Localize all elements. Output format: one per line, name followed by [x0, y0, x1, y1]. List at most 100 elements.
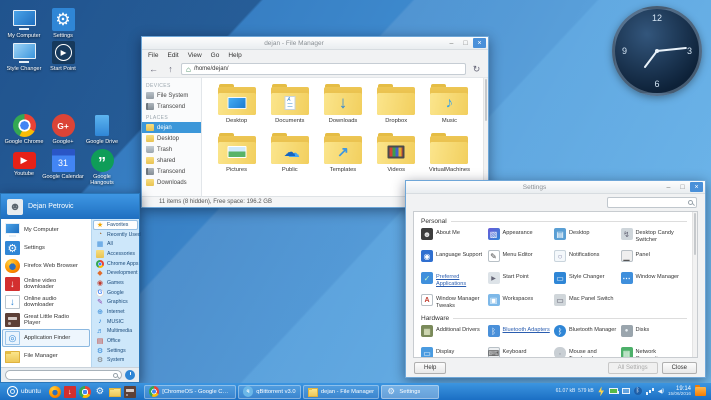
search-input[interactable] [611, 200, 688, 206]
desktop-icon[interactable]: Google Calendar [42, 149, 84, 180]
address-bar[interactable]: ⌂ /home/dejan/ [181, 63, 466, 75]
up-button[interactable]: ↑ [164, 64, 177, 74]
folder-item[interactable]: Documents [263, 87, 316, 125]
desktop-icon[interactable]: Style Changer [3, 41, 45, 72]
menu-item[interactable]: Go [211, 52, 220, 59]
folder-item[interactable]: Dropbox [370, 87, 423, 125]
settings-item[interactable]: Mac Panel Switch [554, 294, 621, 311]
sidebar-place-item[interactable]: Downloads [142, 177, 201, 188]
settings-item[interactable]: Display [421, 347, 488, 358]
desktop-icon[interactable]: Settings [42, 8, 84, 39]
user-avatar[interactable] [7, 199, 23, 215]
folder-item[interactable]: Music [423, 87, 476, 125]
settings-item[interactable]: Additional Drivers [421, 325, 488, 342]
settings-item[interactable]: Language Support [421, 250, 488, 267]
settings-item[interactable]: Disks [621, 325, 688, 342]
start-menu-category[interactable]: All [93, 239, 138, 249]
quick-launch-icon[interactable] [109, 386, 121, 398]
start-button[interactable]: ubuntu [3, 383, 45, 400]
settings-item[interactable]: Panel [621, 250, 688, 267]
settings-titlebar[interactable]: Settings – □ × [406, 181, 705, 194]
desktop-icon[interactable]: Google Chrome [3, 114, 45, 145]
taskbar-window-button[interactable]: qBittorrent v3.0 [238, 385, 301, 399]
start-menu-app-item[interactable]: Online video downloader [2, 275, 90, 293]
taskbar-window-button[interactable]: [ChromeOS - Google Chrome] [144, 385, 236, 399]
maximize-button[interactable]: □ [459, 38, 472, 48]
sidebar-device-item[interactable]: Transcend [142, 101, 201, 112]
start-menu-category[interactable]: System [93, 356, 138, 366]
settings-item[interactable]: Workspaces [488, 294, 555, 311]
sidebar-place-item[interactable]: Desktop [142, 133, 201, 144]
desktop-icon[interactable]: Google Drive [81, 114, 123, 145]
desktop-icon[interactable]: Start Point [42, 41, 84, 72]
quick-launch-icon[interactable] [94, 386, 106, 398]
display-tray-icon[interactable] [622, 388, 630, 394]
settings-item[interactable]: Bluetooth Manager [554, 325, 621, 342]
settings-item[interactable]: Desktop [554, 228, 621, 245]
start-menu-category[interactable]: Recently Used [93, 230, 138, 240]
battery-icon[interactable] [609, 388, 618, 394]
start-menu-category[interactable]: Graphics [93, 298, 138, 308]
settings-item[interactable]: Keyboard [488, 347, 555, 358]
settings-item[interactable]: Appearance [488, 228, 555, 245]
file-manager-titlebar[interactable]: dejan - File Manager – □ × [142, 37, 488, 50]
quick-launch-icon[interactable] [124, 386, 136, 398]
start-menu-app-item[interactable]: Great Little Radio Player [2, 311, 90, 329]
desktop-icon[interactable]: My Computer [3, 8, 45, 39]
start-menu-category[interactable]: Development [93, 268, 138, 278]
desktop-icon[interactable]: Google Hangouts [81, 149, 123, 187]
start-menu-category[interactable]: Accessories [93, 249, 138, 259]
folder-item[interactable]: VirtualMachines [423, 136, 476, 174]
menu-item[interactable]: View [188, 52, 202, 59]
folder-item[interactable]: Downloads [316, 87, 369, 125]
desktop-icon[interactable]: Youtube [3, 149, 45, 177]
minimize-button[interactable]: – [445, 38, 458, 48]
sidebar-device-item[interactable]: File System [142, 90, 201, 101]
close-settings-button[interactable]: Close [662, 362, 697, 374]
start-menu-app-item[interactable]: Online audio downloader [2, 293, 90, 311]
bluetooth-tray-icon[interactable] [634, 387, 642, 395]
sidebar-place-item[interactable]: Trash [142, 144, 201, 155]
settings-item[interactable]: Start Point [488, 272, 555, 289]
taskbar-clock[interactable]: 19:14 15/06/2016 [668, 386, 691, 397]
settings-item[interactable]: Menu Editor [488, 250, 555, 267]
power-manager-icon[interactable] [598, 386, 605, 396]
settings-item[interactable]: Desktop Candy Switcher [621, 228, 688, 245]
start-menu-category[interactable]: Settings [93, 346, 138, 356]
start-menu-search-box[interactable] [5, 370, 122, 380]
power-button[interactable] [125, 370, 135, 380]
start-menu-category[interactable]: MUSIC [93, 317, 138, 327]
taskbar-window-button[interactable]: Settings [381, 385, 439, 399]
start-menu-category[interactable]: Internet [93, 307, 138, 317]
start-menu-category[interactable]: Games [93, 278, 138, 288]
settings-item[interactable]: Style Changer [554, 272, 621, 289]
start-menu-app-item[interactable]: My Computer [2, 221, 90, 239]
folder-item[interactable]: Pictures [210, 136, 263, 174]
maximize-button[interactable]: □ [676, 182, 689, 192]
settings-item[interactable]: Mouse and Touchpad [554, 347, 621, 358]
start-menu-category[interactable]: Google [93, 288, 138, 298]
close-button[interactable]: × [690, 182, 703, 192]
start-menu-category[interactable]: Favorites [93, 220, 138, 230]
taskbar-window-button[interactable]: dejan - File Manager [303, 385, 380, 399]
sidebar-place-item[interactable]: Transcend [142, 166, 201, 177]
folder-item[interactable]: Desktop [210, 87, 263, 125]
settings-item[interactable]: Window Manager [621, 272, 688, 289]
reload-button[interactable]: ↻ [470, 64, 483, 75]
settings-search-box[interactable] [607, 197, 697, 208]
desktop-icon[interactable]: Google+ [42, 114, 84, 145]
settings-item[interactable]: Preferred Applications [421, 272, 488, 289]
start-menu-app-item[interactable]: Firefox Web Browser [2, 257, 90, 275]
quick-launch-icon[interactable] [79, 386, 91, 398]
vertical-scrollbar[interactable] [483, 78, 488, 196]
help-button[interactable]: Help [414, 362, 446, 374]
close-button[interactable]: × [473, 38, 486, 48]
sidebar-place-item[interactable]: dejan [142, 122, 201, 133]
all-settings-button[interactable]: All Settings [608, 362, 658, 374]
start-menu-category[interactable]: Chrome Apps [93, 259, 138, 269]
start-menu-app-item[interactable]: File Manager [2, 347, 90, 365]
settings-scrollbar[interactable] [692, 212, 697, 357]
settings-item[interactable]: Window Manager Tweaks [421, 294, 488, 311]
folder-item[interactable]: Public [263, 136, 316, 174]
quick-launch-icon[interactable] [64, 386, 76, 398]
